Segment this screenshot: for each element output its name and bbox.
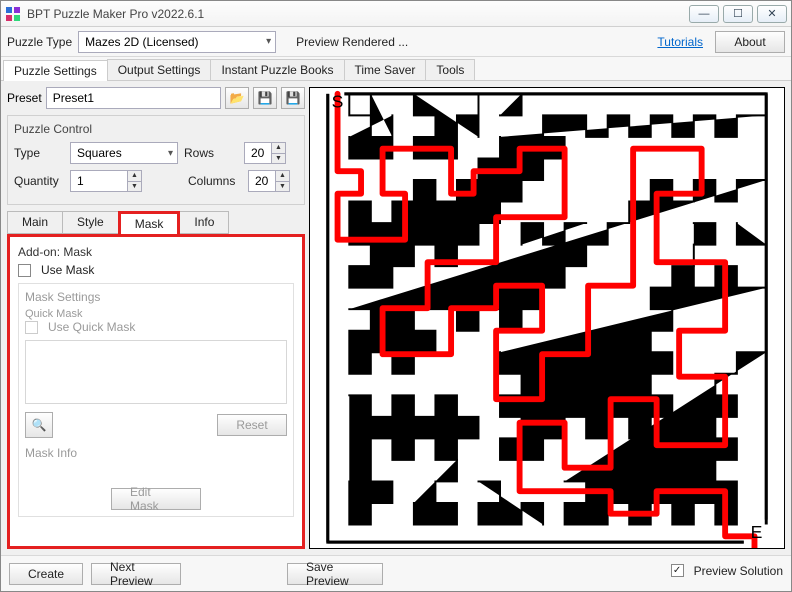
save-preset-button[interactable]: 💾	[253, 87, 277, 109]
main-tabs: Puzzle Settings Output Settings Instant …	[1, 57, 791, 81]
columns-spinner[interactable]: 20 ▲▼	[248, 170, 290, 192]
tab-tools[interactable]: Tools	[425, 59, 475, 80]
subtab-info[interactable]: Info	[179, 211, 229, 234]
minimize-button[interactable]: —	[689, 5, 719, 23]
checkbox-icon	[18, 264, 31, 277]
reset-button: Reset	[217, 414, 287, 436]
puzzle-control-title: Puzzle Control	[14, 122, 298, 136]
rows-up[interactable]: ▲	[271, 143, 285, 154]
maze-svg: S E	[310, 88, 784, 548]
tab-time-saver[interactable]: Time Saver	[344, 59, 427, 80]
status-text: Preview Rendered ...	[296, 35, 408, 49]
preset-label: Preset	[7, 91, 42, 105]
puzzle-type-value: Mazes 2D (Licensed)	[85, 35, 198, 49]
addon-title: Add-on: Mask	[18, 245, 294, 259]
quantity-spinner[interactable]: 1 ▲▼	[70, 170, 142, 192]
qty-up[interactable]: ▲	[127, 171, 141, 182]
tutorials-link[interactable]: Tutorials	[657, 35, 703, 49]
bottom-bar: Create Next Preview Save Preview Preview…	[1, 555, 791, 591]
use-quick-mask-checkbox: Use Quick Mask	[25, 320, 287, 334]
mask-addon-panel: Add-on: Mask Use Mask Mask Settings Quic…	[7, 234, 305, 549]
rows-spinner[interactable]: 20 ▲▼	[244, 142, 286, 164]
puzzle-type-combo[interactable]: Mazes 2D (Licensed) ▾	[78, 31, 276, 53]
chevron-down-icon: ▾	[266, 36, 271, 47]
cols-up[interactable]: ▲	[275, 171, 289, 182]
columns-label: Columns	[188, 174, 242, 188]
subtab-panel: Add-on: Mask Use Mask Mask Settings Quic…	[7, 234, 305, 549]
zoom-button[interactable]: 🔍	[25, 412, 53, 438]
type-combo[interactable]: Squares ▾	[70, 142, 178, 164]
titlebar: BPT Puzzle Maker Pro v2022.6.1 — ☐ ✕	[1, 1, 791, 27]
window-buttons: — ☐ ✕	[689, 5, 787, 23]
cols-down[interactable]: ▼	[275, 182, 289, 192]
save-preview-button[interactable]: Save Preview	[287, 563, 383, 585]
about-button[interactable]: About	[715, 31, 785, 53]
use-mask-checkbox[interactable]: Use Mask	[18, 263, 294, 277]
maze-start-label: S	[332, 92, 344, 112]
folder-icon: 📂	[230, 91, 245, 105]
magnifier-icon: 🔍	[32, 418, 47, 432]
checkbox-icon	[25, 321, 38, 334]
maze-end-label: E	[751, 522, 763, 542]
content-area: Preset Preset1 📂 💾 💾 Puzzle Control Type…	[1, 81, 791, 555]
chevron-down-icon: ▾	[168, 148, 173, 159]
quick-mask-preview	[25, 340, 287, 404]
qty-down[interactable]: ▼	[127, 182, 141, 192]
mask-settings-group: Mask Settings Quick Mask Use Quick Mask …	[18, 283, 294, 517]
sub-tabs: Main Style Mask Info	[7, 211, 305, 234]
open-preset-button[interactable]: 📂	[225, 87, 249, 109]
left-panel: Preset Preset1 📂 💾 💾 Puzzle Control Type…	[7, 87, 305, 549]
type-label: Type	[14, 146, 64, 160]
tab-output-settings[interactable]: Output Settings	[107, 59, 212, 80]
preset-input[interactable]: Preset1	[46, 87, 221, 109]
quick-mask-label: Quick Mask	[25, 308, 287, 320]
tab-puzzle-settings[interactable]: Puzzle Settings	[3, 60, 108, 81]
subtab-main[interactable]: Main	[7, 211, 63, 234]
tab-instant-puzzle-books[interactable]: Instant Puzzle Books	[210, 59, 344, 80]
quantity-label: Quantity	[14, 174, 64, 188]
mask-settings-label: Mask Settings	[25, 290, 287, 304]
maze-preview: S E	[309, 87, 785, 549]
save-preset-as-button[interactable]: 💾	[281, 87, 305, 109]
preset-row: Preset Preset1 📂 💾 💾	[7, 87, 305, 109]
app-icon	[5, 6, 21, 22]
create-button[interactable]: Create	[9, 563, 83, 585]
subtab-mask[interactable]: Mask	[118, 211, 181, 234]
close-button[interactable]: ✕	[757, 5, 787, 23]
rows-label: Rows	[184, 146, 238, 160]
puzzle-type-label: Puzzle Type	[7, 35, 72, 49]
mask-info-label: Mask Info	[25, 446, 287, 460]
subtab-style[interactable]: Style	[62, 211, 119, 234]
puzzle-control-group: Puzzle Control Type Squares ▾ Rows 20 ▲▼…	[7, 115, 305, 205]
preview-solution-checkbox[interactable]: Preview Solution	[671, 564, 783, 578]
checkbox-icon	[671, 564, 684, 577]
edit-mask-button: Edit Mask	[111, 488, 201, 510]
save-as-icon: 💾	[286, 91, 301, 105]
maximize-button[interactable]: ☐	[723, 5, 753, 23]
save-icon: 💾	[258, 91, 273, 105]
window-title: BPT Puzzle Maker Pro v2022.6.1	[27, 7, 689, 21]
rows-down[interactable]: ▼	[271, 154, 285, 164]
next-preview-button[interactable]: Next Preview	[91, 563, 181, 585]
app-window: BPT Puzzle Maker Pro v2022.6.1 — ☐ ✕ Puz…	[0, 0, 792, 592]
top-toolbar: Puzzle Type Mazes 2D (Licensed) ▾ Previe…	[1, 27, 791, 57]
